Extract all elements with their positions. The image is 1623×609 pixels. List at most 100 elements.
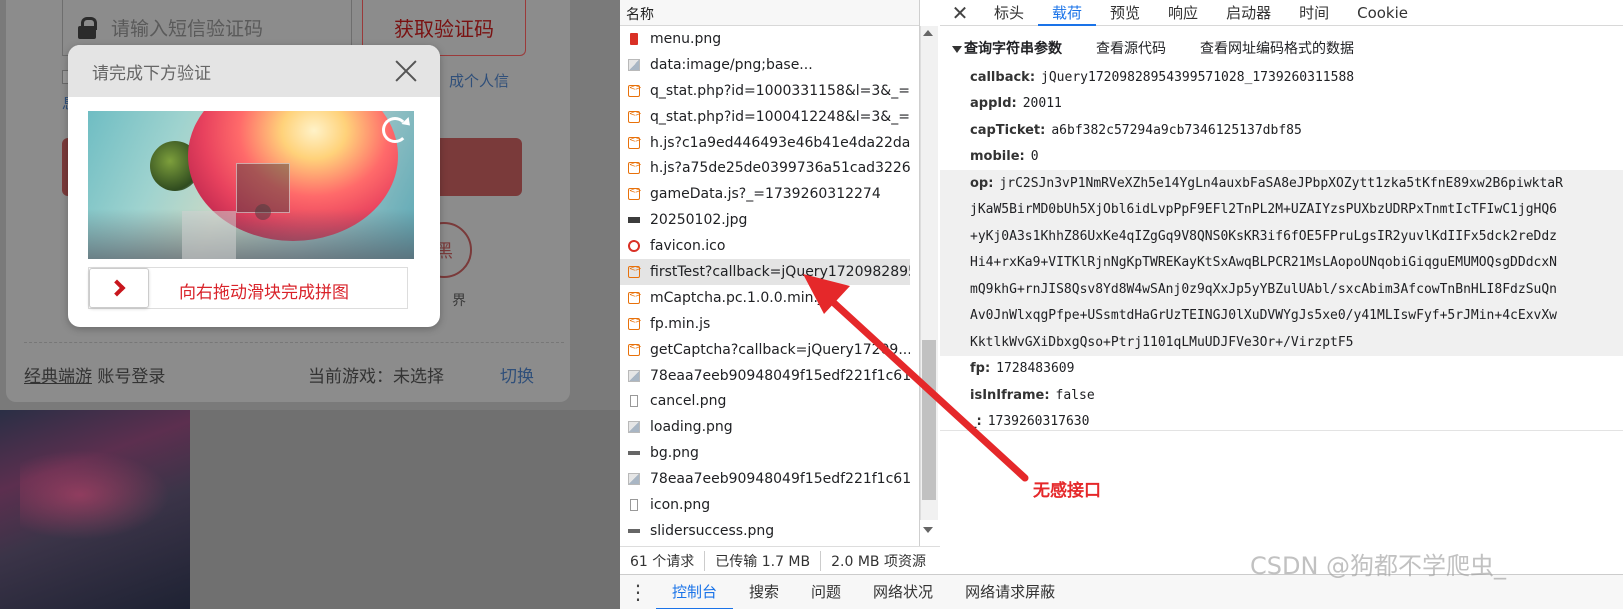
tab-2[interactable]: 预览 bbox=[1096, 0, 1154, 26]
query-params-list: callback: jQuery17209828954399571028_1739… bbox=[940, 64, 1623, 436]
request-row[interactable]: bg.png bbox=[620, 440, 910, 466]
slider-handle[interactable] bbox=[89, 268, 149, 308]
request-row[interactable]: icon.png bbox=[620, 492, 910, 518]
request-row[interactable]: data:image/png;base... bbox=[620, 52, 910, 78]
param-callback[interactable]: callback: jQuery17209828954399571028_1739… bbox=[970, 64, 1623, 91]
favicon-file-icon bbox=[628, 240, 640, 253]
watermark: CSDN @狗都不学爬虫_ bbox=[1250, 552, 1507, 580]
op-line-5: Av0JnWlxqgPfpe+USsmtdHaGrUzTEINGJ0lXuDVW… bbox=[970, 308, 1557, 324]
view-url-encoded-link[interactable]: 查看网址编码格式的数据 bbox=[1200, 38, 1354, 58]
request-row[interactable]: h.js?a75de25de0399736a51cad32263b3... bbox=[620, 155, 910, 181]
current-game-label: 当前游戏：未选择 bbox=[308, 367, 444, 387]
sms-code-placeholder: 请输入短信验证码 bbox=[111, 18, 264, 40]
captcha-modal: 请完成下方验证 向右拖动滑块完成拼图 bbox=[68, 45, 440, 327]
request-row[interactable]: loading.png bbox=[620, 414, 910, 440]
query-string-toggle[interactable]: 查询字符串参数 bbox=[952, 38, 1062, 58]
param-isiniframe[interactable]: isInIframe: false bbox=[970, 382, 1623, 409]
scroll-down-icon[interactable] bbox=[923, 527, 933, 533]
column-header-name[interactable]: 名称 bbox=[620, 0, 919, 26]
account-login-underline[interactable]: 经典端游 bbox=[24, 367, 92, 387]
op-line-6: KktlkWvGXiDbxgQso+Ptrj1101qLMuUDJFVe3Or+… bbox=[970, 334, 1354, 350]
annotation-label: 无感接口 bbox=[1033, 481, 1101, 501]
tab-0[interactable]: 标头 bbox=[980, 0, 1038, 26]
image-file-icon bbox=[630, 395, 638, 408]
op-line-2: +yKj0A3s1KhhZ86UxKe4qIZgGq9V8QNS0KsKR3if… bbox=[970, 228, 1557, 244]
param-mobile[interactable]: mobile: 0 bbox=[970, 144, 1623, 171]
request-name: firstTest?callback=jQuery172098289543... bbox=[650, 263, 910, 280]
tab-5[interactable]: 时间 bbox=[1285, 0, 1343, 26]
switch-game-link[interactable]: 切换 bbox=[500, 362, 534, 387]
script-file-icon bbox=[628, 290, 640, 304]
param-key: callback: bbox=[970, 69, 1036, 85]
privacy-link[interactable]: 成个人信 bbox=[449, 70, 509, 91]
drawer-tab-3[interactable]: 网络状况 bbox=[857, 575, 949, 609]
param-value: 1739260317630 bbox=[987, 414, 1090, 430]
captcha-puzzle-image bbox=[88, 111, 414, 259]
close-icon[interactable] bbox=[394, 59, 418, 83]
param-appid[interactable]: appId: 20011 bbox=[970, 91, 1623, 118]
divider bbox=[24, 342, 564, 343]
request-row[interactable]: gameData.js?_=1739260312274 bbox=[620, 181, 910, 207]
devtools-panel: 名称 menu.png data:image/png;base... q_stat.… bbox=[620, 0, 1623, 609]
script-file-icon bbox=[628, 316, 640, 330]
param-key: capTicket: bbox=[970, 122, 1046, 138]
seal-caption: 界 bbox=[452, 293, 466, 309]
image-file-icon bbox=[628, 58, 640, 71]
request-row[interactable]: q_stat.php?id=1000412248&l=3&_=173... bbox=[620, 104, 910, 130]
param-value: 0 bbox=[1030, 149, 1039, 165]
param-capticket[interactable]: capTicket: a6bf382c57294a9cb7346125137dbf… bbox=[970, 117, 1623, 144]
request-name: q_stat.php?id=1000331158&l=3&_=173... bbox=[650, 82, 910, 99]
drawer-tab-1[interactable]: 搜索 bbox=[733, 575, 795, 609]
param-fp[interactable]: fp: 1728483609 bbox=[970, 356, 1623, 383]
puzzle-gap-slot bbox=[236, 163, 290, 220]
script-file-icon bbox=[628, 109, 640, 123]
chevron-right-icon bbox=[108, 279, 126, 297]
request-row[interactable]: menu.png bbox=[620, 26, 910, 52]
request-row[interactable]: getCaptcha?callback=jQuery17209...289... bbox=[620, 337, 910, 363]
close-detail-icon[interactable]: ✕ bbox=[940, 1, 980, 25]
account-login-link[interactable]: 经典端游 账号登录 bbox=[24, 362, 165, 387]
request-row[interactable]: favicon.ico bbox=[620, 233, 910, 259]
param-underscore[interactable]: _: 1739260317630 bbox=[970, 409, 1623, 436]
refresh-icon[interactable] bbox=[382, 117, 408, 143]
image-file-icon bbox=[628, 528, 640, 533]
background-panel bbox=[190, 410, 620, 609]
view-source-link[interactable]: 查看源代码 bbox=[1096, 38, 1166, 58]
tab-6[interactable]: Cookie bbox=[1343, 0, 1422, 26]
drawer-tab-2[interactable]: 问题 bbox=[795, 575, 857, 609]
param-key: fp: bbox=[970, 361, 991, 377]
request-row[interactable]: slidersuccess.png bbox=[620, 518, 910, 544]
script-file-icon bbox=[628, 160, 640, 175]
tab-1[interactable]: 载荷 bbox=[1038, 0, 1097, 26]
request-row[interactable]: cancel.png bbox=[620, 388, 910, 414]
request-row[interactable]: firstTest?callback=jQuery172098289543... bbox=[620, 259, 910, 285]
request-name: h.js?a75de25de0399736a51cad32263b3... bbox=[650, 160, 910, 177]
puzzle-bg-fade bbox=[88, 209, 414, 259]
request-row[interactable]: 78eaa7eeb90948049f15edf221f1c617.png bbox=[620, 466, 910, 492]
image-file-icon bbox=[630, 498, 638, 511]
request-count: 61 个请求 bbox=[620, 550, 706, 571]
request-row[interactable]: mCaptcha.pc.1.0.0.min.js bbox=[620, 285, 910, 311]
image-file-icon bbox=[630, 32, 638, 45]
lock-icon bbox=[77, 16, 97, 39]
request-name: data:image/png;base... bbox=[650, 56, 813, 73]
drawer-tab-4[interactable]: 网络请求屏蔽 bbox=[949, 575, 1071, 609]
slider-track[interactable]: 向右拖动滑块完成拼图 bbox=[88, 267, 408, 309]
request-name: q_stat.php?id=1000412248&l=3&_=173... bbox=[650, 108, 910, 125]
request-row[interactable]: 78eaa7eeb90948049f15edf221f1c617.png bbox=[620, 363, 910, 389]
request-row[interactable]: 20250102.jpg bbox=[620, 207, 910, 233]
drawer-tab-0[interactable]: 控制台 bbox=[656, 575, 734, 609]
request-row[interactable]: q_stat.php?id=1000331158&l=3&_=173... bbox=[620, 78, 910, 104]
tab-4[interactable]: 启动器 bbox=[1212, 0, 1285, 26]
captcha-modal-header: 请完成下方验证 bbox=[68, 45, 440, 97]
scroll-up-icon[interactable] bbox=[923, 30, 933, 36]
request-name: menu.png bbox=[650, 30, 722, 47]
more-options-icon[interactable]: ⋮ bbox=[620, 580, 656, 604]
script-file-icon bbox=[628, 83, 640, 97]
request-row[interactable]: fp.min.js bbox=[620, 311, 910, 337]
query-string-title: 查询字符串参数 bbox=[964, 41, 1062, 57]
tab-3[interactable]: 响应 bbox=[1154, 0, 1212, 26]
request-row[interactable]: h.js?c1a9ed446493e46b41e4da22dac23... bbox=[620, 130, 910, 156]
scroll-thumb[interactable] bbox=[922, 340, 936, 500]
param-op[interactable]: op: jrC2SJn3vP1NmRVeXZh5e14YgLn4auxbFaSA8… bbox=[940, 170, 1623, 356]
